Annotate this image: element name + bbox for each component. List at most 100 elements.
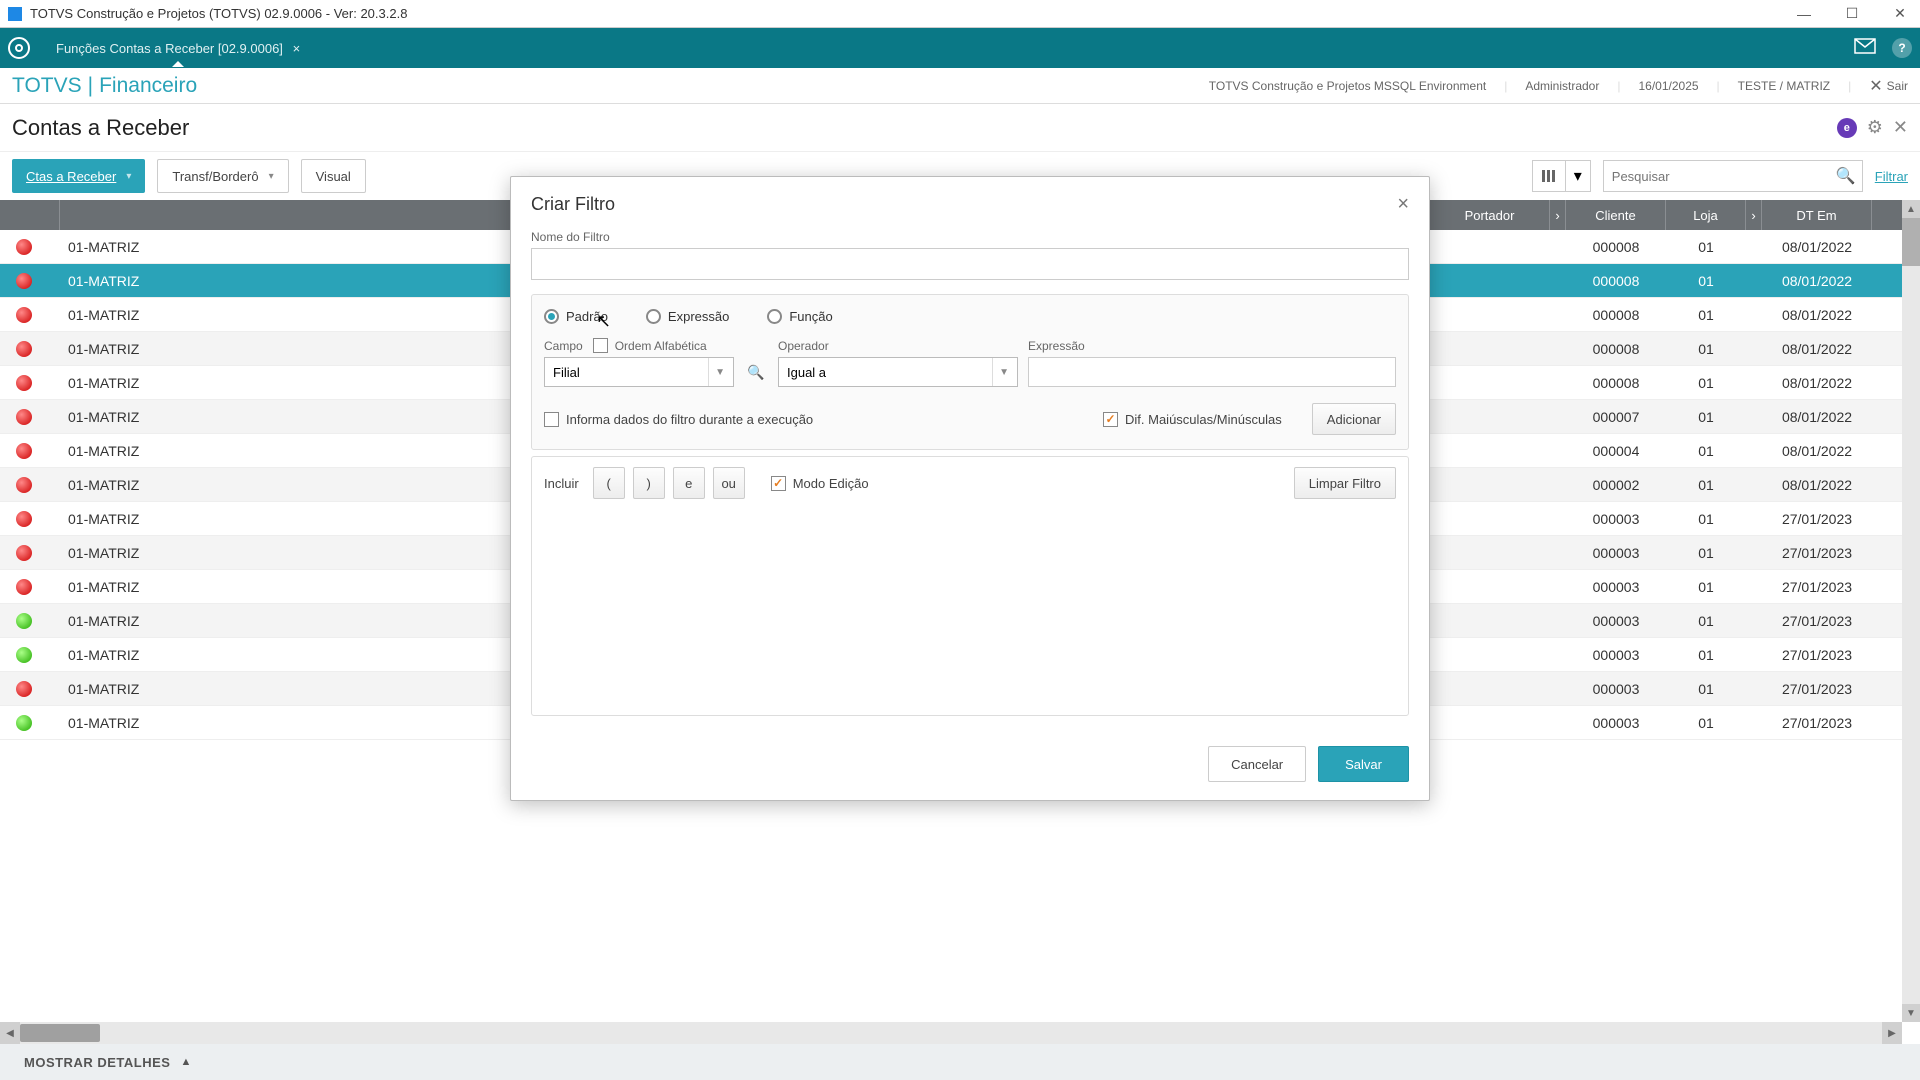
- col-expand1[interactable]: ›: [1550, 200, 1566, 230]
- view-toggle[interactable]: ▾: [1532, 160, 1591, 192]
- scroll-right-icon[interactable]: ▶: [1882, 1022, 1902, 1044]
- operador-select[interactable]: Igual a ▼: [778, 357, 1018, 387]
- radio-funcao[interactable]: Função: [767, 309, 832, 324]
- tab-contas-receber[interactable]: Funções Contas a Receber [02.9.0006] ×: [42, 31, 314, 66]
- scroll-left-icon[interactable]: ◀: [0, 1022, 20, 1044]
- cell-cliente: 000002: [1566, 477, 1666, 493]
- date-label: 16/01/2025: [1638, 79, 1698, 93]
- transf-bordero-button[interactable]: Transf/Borderô ▾: [157, 159, 288, 193]
- columns-icon[interactable]: [1533, 161, 1565, 191]
- radio-icon: [544, 309, 559, 324]
- expressao-label: Expressão: [1028, 339, 1396, 353]
- settings-icon[interactable]: ⚙: [1867, 117, 1883, 138]
- ordem-alfabetica-check[interactable]: Ordem Alfabética: [593, 338, 707, 353]
- status-red-icon: [16, 239, 32, 255]
- cell-cliente: 000008: [1566, 239, 1666, 255]
- brand-name: TOTVS: [12, 74, 82, 98]
- filter-type-radios: Padrão Expressão Função: [544, 309, 1396, 324]
- cancel-button[interactable]: Cancelar: [1208, 746, 1306, 782]
- cell-loja: 01: [1666, 545, 1746, 561]
- maximize-button[interactable]: ☐: [1840, 5, 1864, 22]
- col-dt[interactable]: DT Em: [1762, 200, 1872, 230]
- campo-select[interactable]: Filial ▼: [544, 357, 734, 387]
- radio-padrao[interactable]: Padrão: [544, 309, 608, 324]
- status-green-icon: [16, 613, 32, 629]
- adicionar-button[interactable]: Adicionar: [1312, 403, 1396, 435]
- minimize-button[interactable]: —: [1792, 6, 1816, 22]
- vertical-scrollbar[interactable]: ▲ ▼: [1902, 200, 1920, 1022]
- exit-button[interactable]: ✕ Sair: [1869, 76, 1908, 96]
- status-red-icon: [16, 307, 32, 323]
- paren-open-button[interactable]: (: [593, 467, 625, 499]
- col-loja[interactable]: Loja: [1666, 200, 1746, 230]
- close-page-icon[interactable]: ✕: [1893, 117, 1908, 138]
- save-button[interactable]: Salvar: [1318, 746, 1409, 782]
- cell-cliente: 000003: [1566, 511, 1666, 527]
- window-title: TOTVS Construção e Projetos (TOTVS) 02.9…: [30, 6, 1792, 21]
- status-red-icon: [16, 341, 32, 357]
- limpar-filtro-button[interactable]: Limpar Filtro: [1294, 467, 1396, 499]
- checkbox-icon: [771, 476, 786, 491]
- cell-loja: 01: [1666, 409, 1746, 425]
- expressao-input[interactable]: [1028, 357, 1396, 387]
- app-tabbar: Funções Contas a Receber [02.9.0006] × ?: [0, 28, 1920, 68]
- hscroll-thumb[interactable]: [20, 1024, 100, 1042]
- filter-name-input[interactable]: [531, 248, 1409, 280]
- tab-close-icon[interactable]: ×: [293, 41, 301, 56]
- col-cliente[interactable]: Cliente: [1566, 200, 1666, 230]
- chevron-down-icon: ▼: [708, 358, 725, 386]
- chevron-down-icon[interactable]: ▾: [1565, 161, 1590, 191]
- informa-dados-check[interactable]: Informa dados do filtro durante a execuç…: [544, 412, 813, 427]
- ctas-receber-button[interactable]: Ctas a Receber ▾: [12, 159, 145, 193]
- ctas-label: Ctas a Receber: [26, 169, 116, 184]
- status-green-icon: [16, 715, 32, 731]
- page-title: Contas a Receber: [12, 115, 1837, 141]
- paren-close-button[interactable]: ): [633, 467, 665, 499]
- visual-button[interactable]: Visual: [301, 159, 366, 193]
- scroll-up-icon[interactable]: ▲: [1902, 200, 1920, 218]
- checkbox-icon: [1103, 412, 1118, 427]
- or-button[interactable]: ou: [713, 467, 745, 499]
- app-icon: [8, 7, 22, 21]
- search-icon[interactable]: 🔍: [1830, 166, 1862, 186]
- scroll-down-icon[interactable]: ▼: [1902, 1004, 1920, 1022]
- badge-icon[interactable]: e: [1837, 118, 1857, 138]
- status-red-icon: [16, 477, 32, 493]
- campo-lookup-icon[interactable]: 🔍: [744, 357, 768, 387]
- module-header: TOTVS | Financeiro TOTVS Construção e Pr…: [0, 68, 1920, 104]
- col-expand2[interactable]: ›: [1746, 200, 1762, 230]
- status-green-icon: [16, 647, 32, 663]
- cell-dt: 27/01/2023: [1762, 579, 1872, 595]
- and-button[interactable]: e: [673, 467, 705, 499]
- scroll-thumb[interactable]: [1902, 218, 1920, 266]
- filter-link[interactable]: Filtrar: [1875, 169, 1908, 184]
- operador-label: Operador: [778, 339, 1018, 353]
- details-footer[interactable]: MOSTRAR DETALHES ▲: [0, 1044, 1920, 1080]
- cell-dt: 08/01/2022: [1762, 341, 1872, 357]
- campo-label: Campo: [544, 339, 583, 353]
- close-icon: ✕: [1869, 76, 1882, 96]
- modo-edicao-check[interactable]: Modo Edição: [771, 476, 869, 491]
- tab-label: Funções Contas a Receber [02.9.0006]: [56, 41, 283, 56]
- incluir-label: Incluir: [544, 476, 579, 491]
- cell-dt: 27/01/2023: [1762, 613, 1872, 629]
- status-red-icon: [16, 579, 32, 595]
- search-input[interactable]: [1604, 169, 1830, 184]
- cell-dt: 08/01/2022: [1762, 409, 1872, 425]
- radio-expressao[interactable]: Expressão: [646, 309, 729, 324]
- close-window-button[interactable]: ✕: [1888, 5, 1912, 22]
- status-red-icon: [16, 545, 32, 561]
- modal-close-icon[interactable]: ×: [1397, 193, 1409, 216]
- chevron-down-icon: ▾: [126, 171, 131, 182]
- modal-title: Criar Filtro: [531, 194, 1397, 215]
- cell-loja: 01: [1666, 443, 1746, 459]
- mail-icon[interactable]: [1854, 38, 1876, 59]
- help-icon[interactable]: ?: [1892, 38, 1912, 58]
- radio-icon: [767, 309, 782, 324]
- status-red-icon: [16, 375, 32, 391]
- cell-cliente: 000004: [1566, 443, 1666, 459]
- col-status[interactable]: [0, 200, 60, 230]
- dif-maiusculas-check[interactable]: Dif. Maiúsculas/Minúsculas: [1103, 412, 1282, 427]
- horizontal-scrollbar[interactable]: ◀ ▶: [0, 1022, 1902, 1044]
- col-portador[interactable]: Portador: [1430, 200, 1550, 230]
